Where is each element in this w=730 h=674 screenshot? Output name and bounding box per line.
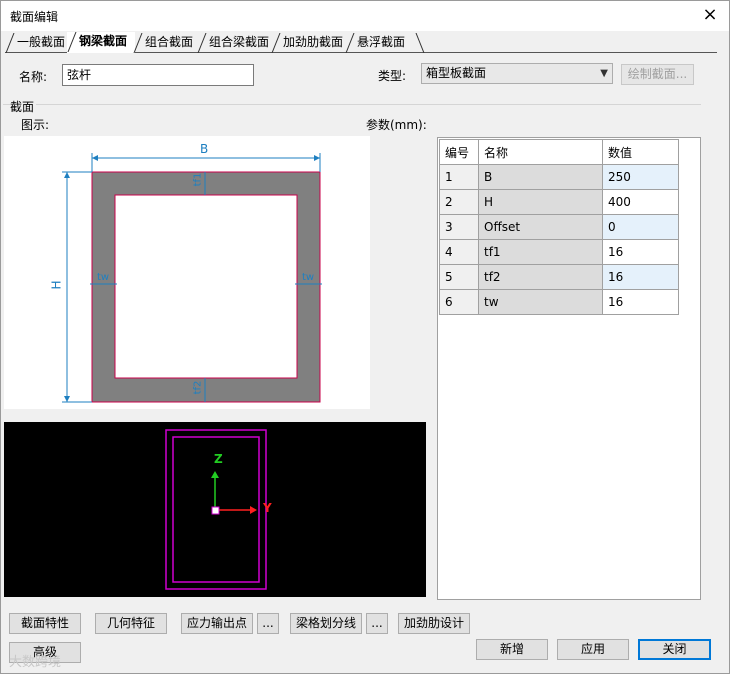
box-inner	[114, 194, 298, 379]
origin-marker	[211, 506, 220, 515]
grillage-lines-button[interactable]: 梁格划分线	[290, 613, 362, 634]
dim-tw-left-label: tw	[97, 272, 110, 283]
name-field[interactable]: 弦杆	[62, 64, 254, 86]
params-grid: 编号 名称 数值 1 B 250 2 H 400 3 Offset 0 4 tf	[437, 137, 701, 600]
param-value-cell[interactable]: 16	[602, 239, 679, 265]
params-table: 编号 名称 数值 1 B 250 2 H 400 3 Offset 0 4 tf	[439, 139, 679, 315]
section-group-label: 截面	[10, 98, 37, 115]
close-button[interactable]: 关闭	[638, 639, 711, 660]
param-name: tf2	[478, 264, 603, 290]
tab-stiffener-section[interactable]: 加劲肋截面	[271, 33, 347, 53]
section-properties-button[interactable]: 截面特性	[9, 613, 81, 634]
param-name: tf1	[478, 239, 603, 265]
row-no: 4	[439, 239, 479, 265]
type-label: 类型:	[378, 69, 407, 83]
col-header-no: 编号	[439, 139, 479, 165]
table-header-row: 编号 名称 数值	[439, 139, 679, 165]
type-select[interactable]: 箱型板截面 ▼	[421, 63, 613, 84]
row-no: 6	[439, 289, 479, 315]
dim-tf1-label: tf1	[192, 172, 204, 187]
axis-y-label: Y	[263, 501, 272, 515]
window-title: 截面编辑	[10, 10, 59, 24]
draw-section-button[interactable]: 绘制截面...	[621, 64, 694, 85]
row-no: 1	[439, 164, 479, 190]
param-name: H	[478, 189, 603, 215]
param-value-cell[interactable]: 16	[602, 264, 679, 290]
diagram-label: 图示:	[21, 118, 50, 132]
param-value-cell[interactable]: 400	[602, 189, 679, 215]
geometry-features-button[interactable]: 几何特征	[95, 613, 167, 634]
dim-h-label: H	[49, 280, 64, 290]
dim-tw-right-label: tw	[302, 272, 315, 283]
title-bar: 截面编辑 ×	[1, 1, 729, 31]
col-header-name: 名称	[478, 139, 603, 165]
table-row: 2 H 400	[439, 189, 679, 215]
grillage-lines-more-button[interactable]: ...	[366, 613, 388, 634]
table-row: 6 tw 16	[439, 289, 679, 315]
row-no: 5	[439, 264, 479, 290]
stiffener-design-button[interactable]: 加劲肋设计	[398, 613, 470, 634]
param-name: Offset	[478, 214, 603, 240]
tab-general-section[interactable]: 一般截面	[5, 33, 69, 53]
tab-strip: 一般截面 钢梁截面 组合截面 组合梁截面 加劲肋截面 悬浮截面	[5, 32, 717, 53]
dim-b-label: B	[200, 142, 209, 156]
stress-output-more-button[interactable]: ...	[257, 613, 279, 634]
dim-tf2-label: tf2	[192, 380, 204, 395]
col-header-value: 数值	[602, 139, 679, 165]
param-name: B	[478, 164, 603, 190]
section-diagram: B H tf1 tf2 tw tw	[4, 136, 370, 409]
tab-composite-beam-section[interactable]: 组合梁截面	[197, 33, 273, 53]
param-value-cell[interactable]: 16	[602, 289, 679, 315]
params-label: 参数(mm):	[366, 118, 427, 132]
section-edit-dialog: 截面编辑 × 一般截面 钢梁截面 组合截面 组合梁截面 加劲肋截面 悬浮截面 名…	[0, 0, 730, 674]
table-row: 3 Offset 0	[439, 214, 679, 240]
table-row: 4 tf1 16	[439, 239, 679, 265]
name-label: 名称:	[19, 70, 48, 84]
row-no: 3	[439, 214, 479, 240]
apply-button[interactable]: 应用	[557, 639, 629, 660]
stress-output-points-button[interactable]: 应力输出点	[181, 613, 253, 634]
table-row: 1 B 250	[439, 164, 679, 190]
tab-floating-section[interactable]: 悬浮截面	[345, 33, 425, 53]
add-button[interactable]: 新增	[476, 639, 548, 660]
table-row: 5 tf2 16	[439, 264, 679, 290]
axis-z-label: Z	[214, 452, 223, 466]
param-name: tw	[478, 289, 603, 315]
chevron-down-icon: ▼	[600, 68, 608, 79]
section-preview-viewer[interactable]: Z Y	[4, 422, 426, 597]
close-icon[interactable]: ×	[699, 4, 721, 26]
tab-composite-section[interactable]: 组合截面	[133, 33, 199, 53]
tab-steel-beam-section[interactable]: 钢梁截面	[67, 32, 135, 53]
row-no: 2	[439, 189, 479, 215]
param-value-cell[interactable]: 0	[602, 214, 679, 240]
param-value-cell[interactable]: 250	[602, 164, 679, 190]
watermark: 大数跨境	[9, 655, 62, 670]
